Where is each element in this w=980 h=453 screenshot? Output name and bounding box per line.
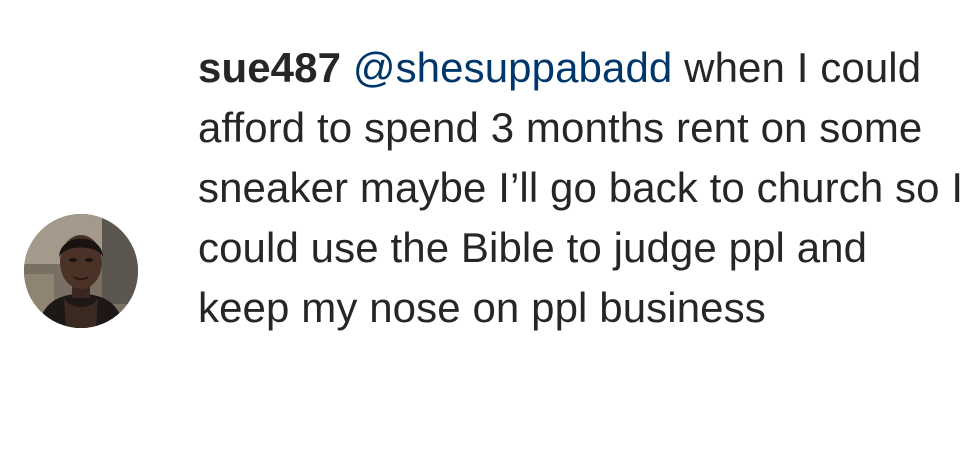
comment-mention[interactable]: @shesuppabadd: [353, 44, 673, 91]
avatar[interactable]: [24, 214, 138, 328]
avatar-photo: [24, 214, 138, 328]
comment-username[interactable]: sue487: [198, 44, 341, 91]
comment: sue487 @shesuppabadd when I could afford…: [0, 0, 980, 453]
comment-body: sue487 @shesuppabadd when I could afford…: [198, 38, 968, 338]
